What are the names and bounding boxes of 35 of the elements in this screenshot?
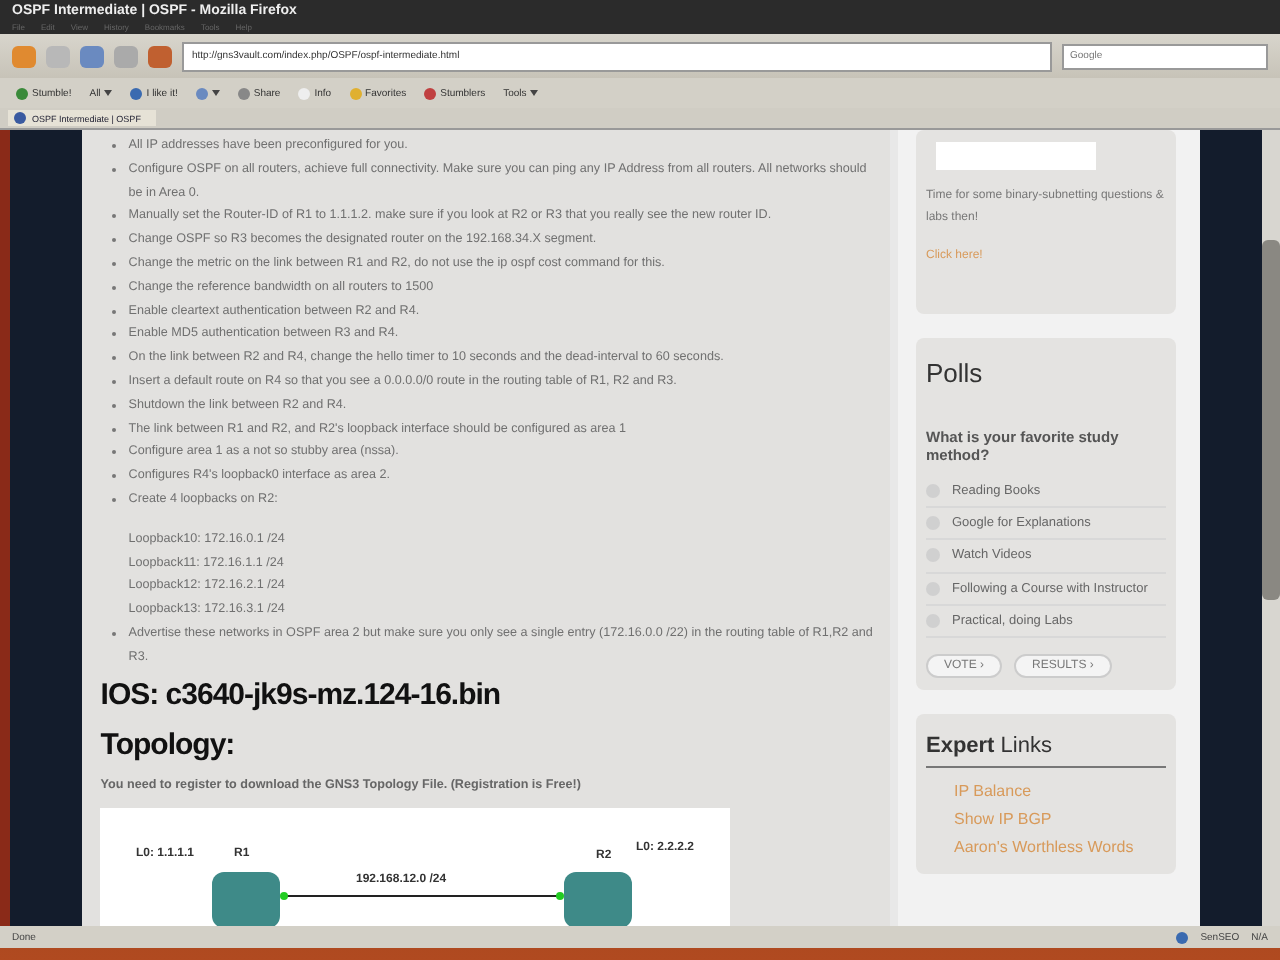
bullet-icon <box>112 631 117 636</box>
bullet-icon <box>112 214 117 219</box>
bullet-icon <box>112 450 117 455</box>
bullet-icon <box>112 167 117 172</box>
topology-heading: Topology: <box>100 727 237 762</box>
toolbar-item[interactable] <box>195 87 220 99</box>
addon-icon <box>1176 931 1189 943</box>
bullet-icon <box>112 309 117 314</box>
addon-icon <box>424 87 437 99</box>
addon-icon <box>16 87 28 99</box>
addon-icon <box>195 87 208 99</box>
addon-icon <box>349 87 362 99</box>
scrollbar-thumb[interactable] <box>1262 240 1280 600</box>
caret-icon <box>211 90 220 96</box>
favicon-icon <box>14 112 26 124</box>
router-icon <box>212 871 281 926</box>
bullet-icon <box>112 403 117 408</box>
bullet-icon <box>112 238 117 243</box>
bullet-icon <box>112 427 117 432</box>
ios-heading: IOS: c3640-jk9s-mz.124-16.bin <box>100 677 503 712</box>
bullet-icon <box>112 261 117 266</box>
bullet-icon <box>112 285 117 290</box>
caret-icon <box>104 90 113 96</box>
addon-icon <box>130 87 143 99</box>
bullet-icon <box>112 332 117 337</box>
addon-icon <box>237 87 250 99</box>
bullet-icon <box>112 474 117 479</box>
polls-title: Polls <box>925 356 985 392</box>
router-icon <box>564 871 633 926</box>
caret-icon <box>530 90 539 96</box>
addon-icon <box>298 87 311 99</box>
bullet-icon <box>112 356 117 361</box>
bullet-icon <box>112 379 117 384</box>
links-title: Expert Links <box>925 726 1166 769</box>
bullet-icon <box>112 497 117 502</box>
